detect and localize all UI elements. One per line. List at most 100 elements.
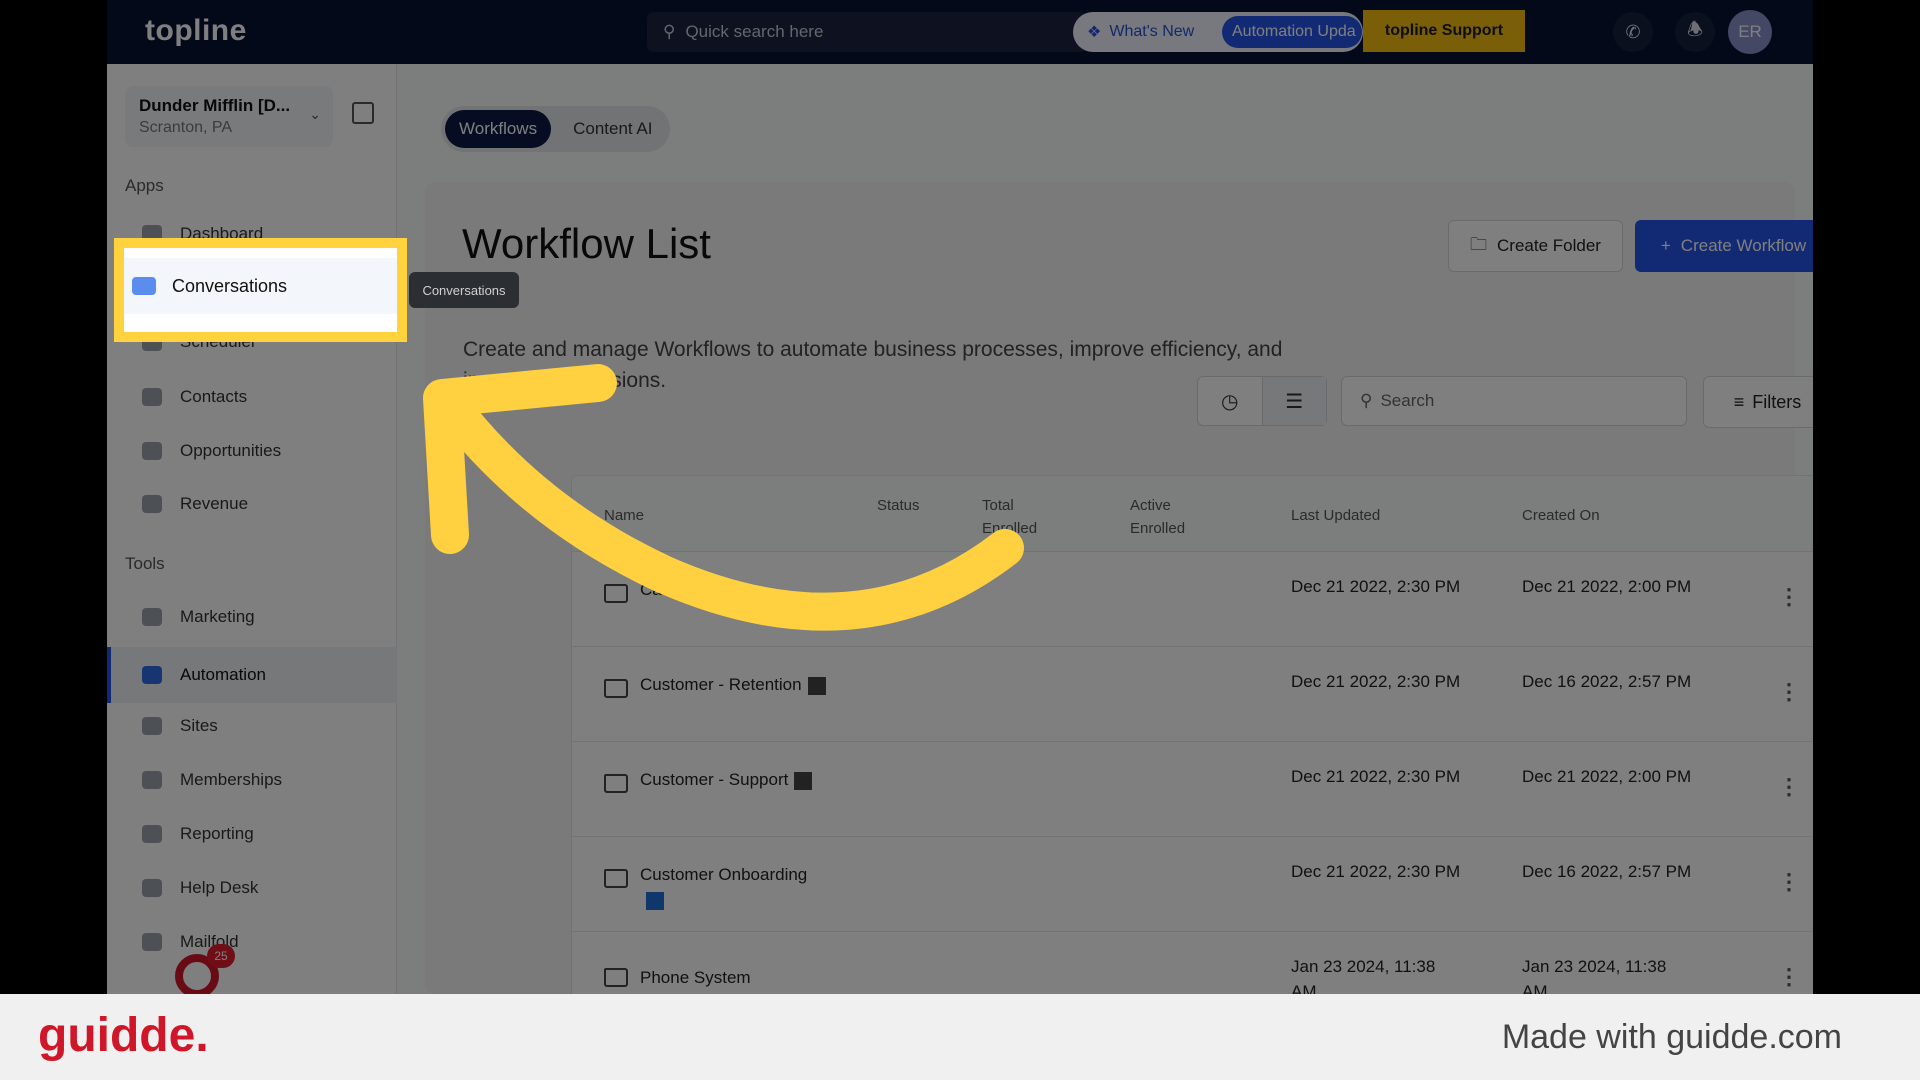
target-icon	[142, 442, 162, 460]
folder-icon	[604, 869, 628, 888]
folder-icon	[604, 968, 628, 987]
search-placeholder: Search	[1380, 391, 1435, 410]
folder-icon	[604, 584, 628, 603]
folder-icon	[604, 679, 628, 698]
sidebar-item-revenue[interactable]: Revenue	[107, 479, 397, 529]
page-description: Create and manage Workflows to automate …	[463, 338, 1283, 392]
sidebar-item-label: Sites	[180, 716, 218, 735]
workflow-name-text: Phone System	[640, 968, 751, 987]
app-window: topline ⚲ Quick search here ❖ What's New A…	[107, 0, 1813, 994]
support-button[interactable]: topline Support	[1363, 10, 1525, 52]
clock-icon[interactable]: ◷	[1198, 377, 1262, 425]
search-icon: ⚲	[663, 22, 676, 41]
account-name: Dunder Mifflin [D...	[139, 96, 291, 115]
more-options-icon[interactable]: ⋮	[1778, 776, 1800, 798]
mail-icon	[142, 933, 162, 951]
table-row[interactable]: Customer - Support Dec 21 2022, 2:30 PM …	[572, 742, 1813, 837]
sidebar-item-label: Contacts	[180, 387, 248, 406]
apps-section-label: Apps	[125, 176, 164, 195]
pie-chart-icon	[142, 825, 162, 843]
create-workflow-button[interactable]: + Create Workflow	[1635, 220, 1813, 272]
plus-icon: +	[1660, 236, 1671, 255]
column-name[interactable]: Name	[604, 504, 644, 527]
list-icon[interactable]: ☰	[1261, 377, 1326, 425]
sidebar-item-label: Help Desk	[180, 878, 259, 897]
calendar-icon	[715, 581, 733, 600]
created-on: Dec 16 2022, 2:57 PM	[1522, 672, 1692, 691]
sidebar-item-label: Conversations	[172, 275, 288, 296]
table-row[interactable]: Calendar Dec 21 2022, 2:30 PM Dec 21 202…	[572, 552, 1813, 647]
person-icon	[142, 388, 162, 406]
quick-search-input[interactable]: ⚲ Quick search here	[647, 12, 1087, 52]
folder-icon: 🗀	[1470, 234, 1488, 254]
sidebar-item-sites[interactable]: Sites	[107, 701, 397, 751]
last-updated: Dec 21 2022, 2:30 PM	[1291, 767, 1461, 786]
table-row[interactable]: Customer Onboarding Dec 21 2022, 2:30 PM…	[572, 837, 1813, 932]
workflow-name-text: Customer - Retention	[640, 675, 802, 694]
gears-icon	[142, 666, 162, 684]
sidebar-item-opportunities[interactable]: Opportunities	[107, 426, 397, 476]
main-content: Workflows Content AI Workflow List Creat…	[397, 64, 1813, 994]
workflow-name[interactable]: Calendar	[640, 577, 830, 602]
search-icon: ⚲	[1360, 391, 1373, 410]
gift-icon: ❖	[1087, 24, 1102, 41]
more-options-icon[interactable]: ⋮	[1778, 871, 1800, 893]
column-last-updated[interactable]: Last Updated	[1291, 504, 1380, 527]
card-icon	[142, 495, 162, 513]
more-options-icon[interactable]: ⋮	[1778, 966, 1800, 988]
tools-section-label: Tools	[125, 554, 165, 573]
sidebar-item-marketing[interactable]: Marketing	[107, 592, 397, 642]
highlight-conversations[interactable]: Conversations	[114, 238, 407, 342]
tab-bar: Workflows Content AI	[441, 106, 671, 152]
column-status: Status	[877, 497, 920, 514]
phone-icon[interactable]: ✆	[1613, 12, 1653, 52]
bell-icon[interactable]: 🕭	[1675, 12, 1715, 52]
avatar[interactable]: ER	[1728, 10, 1772, 54]
column-total-enrolled: Total Enrolled	[982, 497, 1038, 537]
chevron-down-icon: ⌄	[309, 106, 321, 122]
search-input[interactable]: ⚲ Search	[1341, 376, 1687, 426]
workflow-name[interactable]: Customer - Retention	[640, 672, 830, 697]
workflow-name[interactable]: Phone System	[640, 965, 830, 990]
filters-button[interactable]: ≡ Filters	[1703, 376, 1813, 428]
sidebar-item-label: Reporting	[180, 824, 254, 843]
column-created-on[interactable]: Created On	[1522, 504, 1600, 527]
create-folder-button[interactable]: 🗀 Create Folder	[1448, 220, 1623, 272]
notification-badge: 25	[207, 944, 235, 968]
whats-new-label: What's New	[1109, 23, 1195, 40]
workflow-name[interactable]: Customer - Support	[640, 767, 830, 792]
sidebar-item-label: Marketing	[180, 607, 255, 626]
last-updated: Dec 21 2022, 2:30 PM	[1291, 577, 1461, 596]
sidebar-item-reporting[interactable]: Reporting	[107, 809, 397, 859]
created-on: Dec 21 2022, 2:00 PM	[1522, 767, 1692, 786]
sidebar-item-automation[interactable]: Automation	[107, 647, 397, 703]
tab-workflows[interactable]: Workflows	[445, 110, 552, 148]
more-options-icon[interactable]: ⋮	[1778, 586, 1800, 608]
sidebar-item-contacts[interactable]: Contacts	[107, 372, 397, 422]
create-workflow-label: Create Workflow	[1680, 236, 1807, 255]
filter-icon: ≡	[1733, 391, 1745, 412]
person-raising-hand-icon	[794, 771, 813, 790]
sidebar-item-mailfold[interactable]: Mailfold	[107, 917, 397, 967]
folder-icon	[604, 774, 628, 793]
table-row[interactable]: Customer - Retention Dec 21 2022, 2:30 P…	[572, 647, 1813, 742]
workflow-name[interactable]: Customer Onboarding	[640, 862, 830, 912]
collapse-sidebar-icon[interactable]	[352, 102, 374, 124]
workflow-name-text: Customer - Support	[640, 770, 789, 789]
last-updated: Dec 21 2022, 2:30 PM	[1291, 862, 1461, 881]
sidebar-item-help-desk[interactable]: Help Desk	[107, 863, 397, 913]
account-switcher[interactable]: Dunder Mifflin [D... Scranton, PA ⌄	[125, 86, 333, 147]
automation-updates-button[interactable]: Automation Upda	[1222, 16, 1362, 48]
globe-icon	[142, 717, 162, 735]
handshake-icon	[807, 676, 826, 695]
tooltip: Conversations	[409, 272, 519, 308]
last-updated: Jan 23 2024, 11:38 AM	[1291, 957, 1436, 994]
table-row[interactable]: Phone System Jan 23 2024, 11:38 AM Jan 2…	[572, 932, 1813, 994]
column-active-enrolled: Active Enrolled	[1130, 497, 1186, 537]
created-on: Jan 23 2024, 11:38 AM	[1522, 957, 1667, 994]
tab-content-ai[interactable]: Content AI	[559, 110, 666, 148]
page-title: Workflow List	[462, 220, 711, 267]
guidde-logo: guidde.	[38, 1009, 209, 1062]
more-options-icon[interactable]: ⋮	[1778, 681, 1800, 703]
sidebar-item-memberships[interactable]: Memberships	[107, 755, 397, 805]
